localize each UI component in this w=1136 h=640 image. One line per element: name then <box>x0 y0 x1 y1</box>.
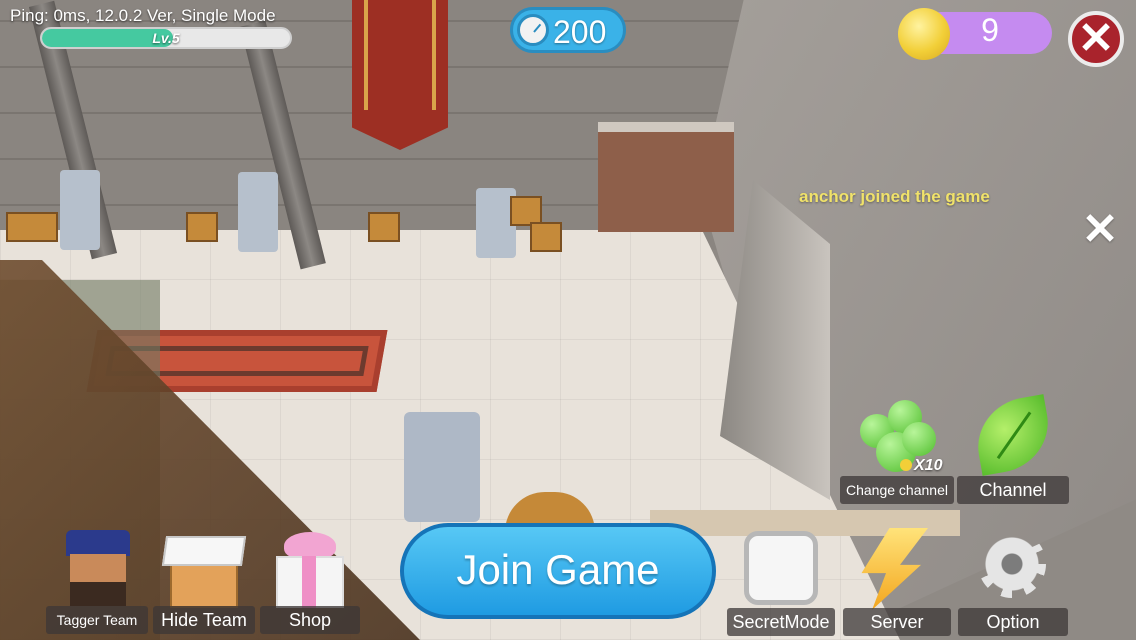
crate <box>530 222 562 252</box>
gift-box-icon[interactable] <box>270 528 350 608</box>
timer-pill: 200 <box>510 7 626 53</box>
gear-icon[interactable] <box>978 530 1046 598</box>
change-channel-button[interactable]: Change channel <box>840 476 954 504</box>
join-game-button[interactable]: Join Game <box>400 523 716 619</box>
status-text: Ping: 0ms, 12.0.2 Ver, Single Mode <box>10 6 276 25</box>
join-notification: anchor joined the game <box>799 187 990 206</box>
option-label: Option <box>986 612 1040 632</box>
secret-mode-icon[interactable] <box>744 531 818 605</box>
tagger-team-label: Tagger Team <box>56 612 138 628</box>
timer-value: 200 <box>553 14 607 50</box>
police-character-icon[interactable] <box>66 530 130 610</box>
server-label: Server <box>870 612 924 632</box>
hide-team-label: Hide Team <box>161 610 247 630</box>
cost-label: X10 <box>914 457 943 474</box>
secret-mode-label: SecretMode <box>732 612 830 632</box>
close-button[interactable]: ✕ <box>1068 11 1124 67</box>
knight-statue <box>60 170 100 250</box>
crate <box>6 212 58 242</box>
coin-icon <box>900 459 912 471</box>
police-hat <box>66 530 130 556</box>
secret-mode-button[interactable]: SecretMode <box>727 608 835 636</box>
doorway <box>598 122 734 232</box>
player-character <box>404 412 480 522</box>
shop-label: Shop <box>288 610 332 630</box>
close-icon: ✕ <box>1077 14 1115 63</box>
crate <box>368 212 400 242</box>
change-channel-cost: X10 <box>900 457 942 475</box>
tagger-team-button[interactable]: Tagger Team <box>46 606 148 634</box>
server-button[interactable]: Server <box>843 608 951 636</box>
join-game-label: Join Game <box>456 546 660 593</box>
red-banner <box>352 0 448 150</box>
option-button[interactable]: Option <box>958 608 1068 636</box>
stopwatch-icon <box>517 14 549 46</box>
box-lid <box>161 536 247 566</box>
coin-value: 9 <box>981 12 999 48</box>
channel-label: Channel <box>979 480 1047 500</box>
character-beard <box>70 582 126 606</box>
crate <box>186 212 218 242</box>
knight-statue <box>238 172 278 252</box>
level-progress-bar: Lv.5 <box>40 27 292 49</box>
shop-button[interactable]: Shop <box>260 606 360 634</box>
change-channel-label: Change channel <box>846 482 948 498</box>
channel-button[interactable]: Channel <box>957 476 1069 504</box>
level-label: Lv.5 <box>152 30 180 46</box>
dismiss-notification-button[interactable]: ✕ <box>1080 208 1120 252</box>
hide-team-button[interactable]: Hide Team <box>153 606 255 634</box>
coin-icon <box>898 8 950 60</box>
box-character-icon[interactable] <box>161 530 247 608</box>
close-icon: ✕ <box>1081 205 1119 254</box>
gift-ribbon <box>302 556 316 608</box>
